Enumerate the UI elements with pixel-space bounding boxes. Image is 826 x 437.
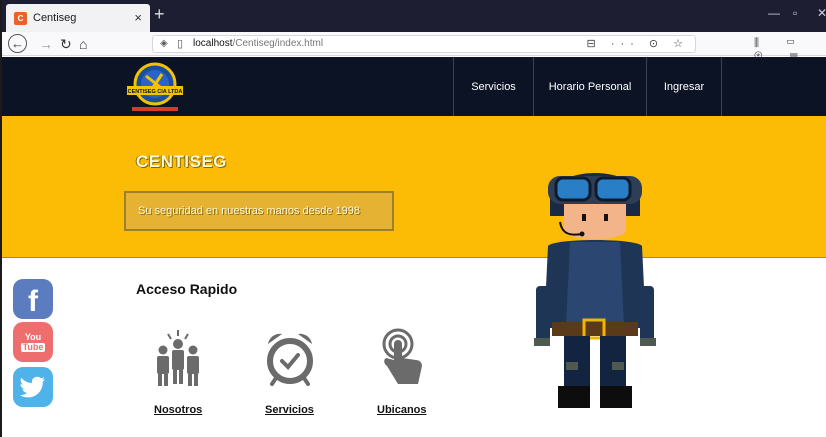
facebook-icon: f: [28, 285, 38, 318]
address-bar[interactable]: ◈ ▯ localhost/Centiseg/index.html ⊟ ··· …: [152, 35, 696, 53]
alarm-clock-icon: [267, 333, 313, 386]
tracking-shield-icon: ◈: [160, 38, 168, 49]
centiseg-logo[interactable]: CENTISEG CIA LTDA: [124, 60, 186, 114]
twitter-link[interactable]: [13, 367, 53, 407]
team-icon: [157, 330, 199, 386]
quick-servicios[interactable]: [250, 328, 330, 388]
quick-nosotros-link[interactable]: Nosotros: [154, 404, 202, 416]
quick-ubicanos-link[interactable]: Ubicanos: [377, 404, 427, 416]
youtube-icon-top: You: [24, 331, 42, 342]
browser-tab[interactable]: C Centiseg ×: [6, 4, 150, 32]
youtube-link[interactable]: You Tube: [13, 322, 53, 362]
reload-button[interactable]: ↻: [60, 35, 72, 53]
url-path: /Centiseg/index.html: [232, 38, 324, 49]
tab-bar: C Centiseg × + — ▫ ✕: [2, 0, 826, 32]
url-actions[interactable]: ⊟ ··· ⊙ ☆: [587, 37, 689, 50]
quick-access-title: Acceso Rapido: [136, 281, 238, 297]
restore-icon[interactable]: ▫: [793, 6, 797, 20]
security-guard-illustration: [534, 173, 656, 408]
nav-horario-personal[interactable]: Horario Personal: [533, 57, 646, 116]
navigation-bar: ← → ↻ ⌂ ◈ ▯ localhost/Centiseg/index.htm…: [2, 32, 826, 62]
hero-title: CENTISEG: [136, 152, 227, 171]
minimize-icon[interactable]: —: [768, 6, 780, 20]
nav-label: Ingresar: [663, 80, 705, 93]
site-header: CENTISEG CIA LTDA Servicios Horario Pers…: [2, 57, 826, 116]
quick-ubicanos[interactable]: [362, 328, 442, 390]
close-window-icon[interactable]: ✕: [817, 6, 826, 20]
tab-title: Centiseg: [33, 12, 77, 24]
url-host: localhost: [193, 38, 233, 49]
new-tab-button[interactable]: +: [154, 4, 165, 25]
touch-hand-icon: [382, 328, 422, 384]
tab-close-icon[interactable]: ×: [134, 10, 142, 25]
slogan-box: Su seguridad en nuestras manos desde 199…: [124, 191, 394, 231]
twitter-bird-icon: [20, 376, 45, 398]
home-button[interactable]: ⌂: [79, 35, 87, 53]
back-button[interactable]: ←: [8, 34, 27, 53]
facebook-link[interactable]: f: [13, 279, 53, 319]
url-text: localhost/Centiseg/index.html: [193, 38, 323, 49]
hero-banner: CENTISEG Su seguridad en nuestras manos …: [2, 116, 826, 258]
logo-text: CENTISEG CIA LTDA: [128, 89, 183, 95]
nav-servicios[interactable]: Servicios: [453, 57, 533, 116]
forward-button[interactable]: →: [39, 35, 53, 53]
quick-servicios-link[interactable]: Servicios: [265, 404, 314, 416]
quick-nosotros[interactable]: [138, 328, 218, 388]
page-info-icon[interactable]: ▯: [177, 37, 183, 50]
browser-window: C Centiseg × + — ▫ ✕ ← → ↻ ⌂ ◈ ▯ localho…: [0, 0, 826, 437]
hero-slogan: Su seguridad en nuestras manos desde 199…: [138, 205, 360, 217]
nav-label: Horario Personal: [548, 80, 632, 93]
nav-ingresar[interactable]: Ingresar: [646, 57, 722, 116]
youtube-icon: You Tube: [20, 331, 46, 352]
youtube-icon-bottom: Tube: [20, 341, 46, 352]
site-favicon-icon: C: [14, 11, 27, 25]
nav-label: Servicios: [471, 80, 516, 93]
